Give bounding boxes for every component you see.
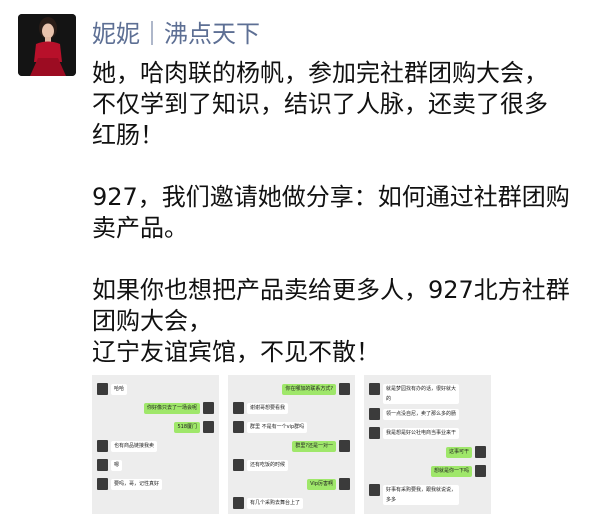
chat-avatar (339, 478, 350, 490)
image-thumbnail[interactable]: 就是梦园找有办的话，很好就大的领一点没自尼，卖了那么多的肠 我是想是好公社电商当事… (364, 375, 491, 514)
chat-avatar (475, 446, 486, 458)
chat-bubble: 好事有采购要我，跟我就说说，多多 (383, 485, 459, 505)
post-text: 她，哈肉联的杨帆，参加完社群团购大会， 不仅学到了知识，结识了人脉，还卖了很多 红肠… (92, 58, 600, 368)
moment-post: 妮妮｜沸点天下 她，哈肉联的杨帆，参加完社群团购大会， 不仅学到了知识，结识了人脉… (0, 0, 600, 514)
image-thumbnail[interactable]: 哈哈你好像只去了一场会呢 518厦门也有商品链接我卖嗯要吗，哥，记性真好 (92, 375, 219, 514)
chat-bubble: 我是想是好公社电商当事业来干 (383, 428, 460, 439)
chat-avatar (339, 440, 350, 452)
chat-avatar (475, 465, 486, 477)
chat-avatar (203, 402, 214, 414)
chat-message: 领一点没自尼，卖了那么多的肠 (364, 408, 491, 422)
chat-bubble: 518厦门 (174, 422, 200, 433)
chat-bubble: 要吗，哥，记性真好 (111, 479, 163, 490)
post-text-line: 卖产品。 (92, 214, 188, 242)
chat-bubble: 群里?还是一对一 (292, 441, 336, 452)
chat-avatar (97, 440, 108, 452)
post-text-line: 红肠！ (92, 121, 164, 149)
chat-bubble: 谢谢哥想要看我 (247, 403, 289, 414)
post-text-line: 如果你也想把产品卖给更多人，927北方社群 (92, 276, 570, 304)
chat-avatar (339, 383, 350, 395)
post-text-line: 辽宁友谊宾馆，不见不散！ (92, 338, 380, 366)
chat-bubble: 哈哈 (111, 384, 128, 395)
chat-message: 想就是你一下吗 (364, 465, 491, 479)
chat-bubble: 有几个采购去舞台上了 (247, 498, 304, 509)
chat-message: Vip厉害啊 (228, 478, 355, 492)
chat-message: 就是梦园找有办的话，很好就大的 (364, 383, 491, 404)
chat-avatar (97, 383, 108, 395)
post-paragraph: 如果你也想把产品卖给更多人，927北方社群 团购大会， 辽宁友谊宾馆，不见不散！ (92, 275, 600, 368)
author-name[interactable]: 妮妮｜沸点天下 (92, 14, 260, 49)
chat-message: 这事可干 (364, 446, 491, 460)
chat-bubble: 领一点没自尼，卖了那么多的肠 (383, 409, 460, 420)
chat-message: 还有吃饭的时候 (228, 459, 355, 473)
chat-message: 群里 不是有一个vip群吗 (228, 421, 355, 435)
chat-message: 要吗，哥，记性真好 (92, 478, 219, 492)
chat-bubble: 嗯 (111, 460, 123, 471)
chat-avatar (233, 402, 244, 414)
avatar-image (18, 14, 76, 76)
chat-message: 群里?还是一对一 (228, 440, 355, 454)
chat-message: 有几个采购去舞台上了 (228, 497, 355, 511)
post-paragraph: 她，哈肉联的杨帆，参加完社群团购大会， 不仅学到了知识，结识了人脉，还卖了很多 红肠… (92, 58, 600, 151)
chat-bubble: 还有吃饭的时候 (247, 460, 289, 471)
chat-message: 你在哪加的联系方式? (228, 383, 355, 397)
chat-message: 好事有采购要我，跟我就说说，多多 (364, 484, 491, 505)
chat-message: 也有商品链接我卖 (92, 440, 219, 454)
chat-bubble: 这事可干 (445, 447, 472, 458)
chat-avatar (369, 408, 380, 420)
post-text-line: 927，我们邀请她做分享：如何通过社群团购 (92, 183, 570, 211)
chat-avatar (203, 421, 214, 433)
chat-avatar (369, 427, 380, 439)
chat-avatar (233, 459, 244, 471)
post-text-line: 她，哈肉联的杨帆，参加完社群团购大会， (92, 59, 548, 87)
chat-avatar (233, 497, 244, 509)
chat-bubble: 就是梦园找有办的话，很好就大的 (383, 384, 459, 404)
post-text-line: 团购大会， (92, 307, 212, 335)
chat-message: 哈哈 (92, 383, 219, 397)
chat-avatar (369, 383, 380, 395)
chat-avatar (233, 421, 244, 433)
chat-bubble: 你在哪加的联系方式? (282, 384, 336, 395)
chat-message: 我是想是好公社电商当事业来干 (364, 427, 491, 441)
chat-message: 谢谢哥想要看我 (228, 402, 355, 416)
chat-bubble: 你好像只去了一场会呢 (143, 403, 200, 414)
chat-avatar (97, 478, 108, 490)
post-paragraph: 927，我们邀请她做分享：如何通过社群团购 卖产品。 (92, 182, 600, 244)
chat-bubble: Vip厉害啊 (307, 479, 336, 490)
chat-message: 你好像只去了一场会呢 (92, 402, 219, 416)
chat-message: 嗯 (92, 459, 219, 473)
chat-bubble: 也有商品链接我卖 (111, 441, 158, 452)
image-thumbnail[interactable]: 你在哪加的联系方式? 谢谢哥想要看我群里 不是有一个vip群吗群里?还是一对一 还有… (228, 375, 355, 514)
chat-bubble: 想就是你一下吗 (430, 466, 472, 477)
chat-avatar (369, 484, 380, 496)
post-text-line: 不仅学到了知识，结识了人脉，还卖了很多 (92, 90, 548, 118)
chat-bubble: 群里 不是有一个vip群吗 (247, 422, 308, 433)
chat-message: 518厦门 (92, 421, 219, 435)
image-grid: 哈哈你好像只去了一场会呢 518厦门也有商品链接我卖嗯要吗，哥，记性真好 你在哪加的… (92, 375, 592, 514)
avatar[interactable] (18, 14, 76, 76)
chat-avatar (97, 459, 108, 471)
